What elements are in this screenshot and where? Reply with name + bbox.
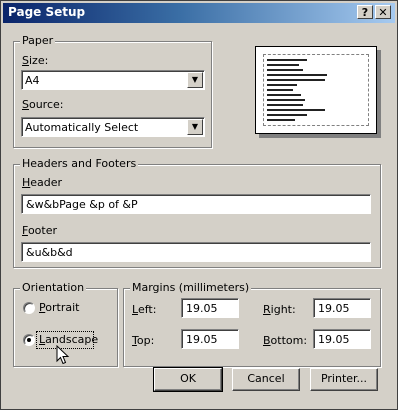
left-margin-input[interactable]: 19.05 xyxy=(181,298,239,318)
right-margin-input[interactable]: 19.05 xyxy=(313,298,371,318)
headers-footers-legend: Headers and Footers xyxy=(20,157,139,170)
top-margin-label: Top: xyxy=(132,334,155,347)
left-margin-label: Left: xyxy=(132,303,157,316)
footer-input[interactable]: &u&b&d xyxy=(21,242,371,262)
margins-legend: Margins (millimeters) xyxy=(130,281,252,294)
header-label: Header xyxy=(22,176,63,189)
size-value: A4 xyxy=(25,74,40,87)
page-preview xyxy=(255,46,377,134)
footer-label: Footer xyxy=(22,224,58,237)
ok-button[interactable]: OK xyxy=(153,367,223,392)
bottom-margin-label: Bottom: xyxy=(263,334,308,347)
mouse-pointer-icon xyxy=(56,345,70,365)
cancel-button[interactable]: Cancel xyxy=(232,368,300,391)
source-value: Automatically Select xyxy=(25,121,139,134)
radio-selected-dot xyxy=(27,338,31,342)
printer-button[interactable]: Printer... xyxy=(310,368,378,391)
chevron-down-icon[interactable]: ▼ xyxy=(187,72,203,88)
portrait-radio[interactable] xyxy=(23,302,35,314)
help-button[interactable]: ? xyxy=(357,5,373,19)
chevron-down-icon[interactable]: ▼ xyxy=(187,119,203,135)
source-dropdown[interactable]: Automatically Select ▼ xyxy=(21,117,205,137)
size-dropdown[interactable]: A4 ▼ xyxy=(21,70,205,90)
page-setup-dialog: Page Setup ? ✕ Paper Size: A4 ▼ Source: … xyxy=(0,0,398,410)
portrait-label[interactable]: Portrait xyxy=(39,301,79,314)
close-button[interactable]: ✕ xyxy=(375,5,391,19)
size-label: Size: xyxy=(22,54,49,67)
orientation-legend: Orientation xyxy=(20,281,87,294)
source-label: Source: xyxy=(22,98,64,111)
window-title: Page Setup xyxy=(8,5,86,19)
preview-printable-area xyxy=(263,54,369,126)
top-margin-input[interactable]: 19.05 xyxy=(181,329,239,349)
header-input[interactable]: &w&bPage &p of &P xyxy=(21,194,371,214)
bottom-margin-input[interactable]: 19.05 xyxy=(313,329,371,349)
landscape-radio[interactable] xyxy=(23,334,35,346)
paper-legend: Paper xyxy=(20,34,56,47)
title-bar[interactable]: Page Setup ? ✕ xyxy=(3,3,395,23)
right-margin-label: Right: xyxy=(263,303,296,316)
